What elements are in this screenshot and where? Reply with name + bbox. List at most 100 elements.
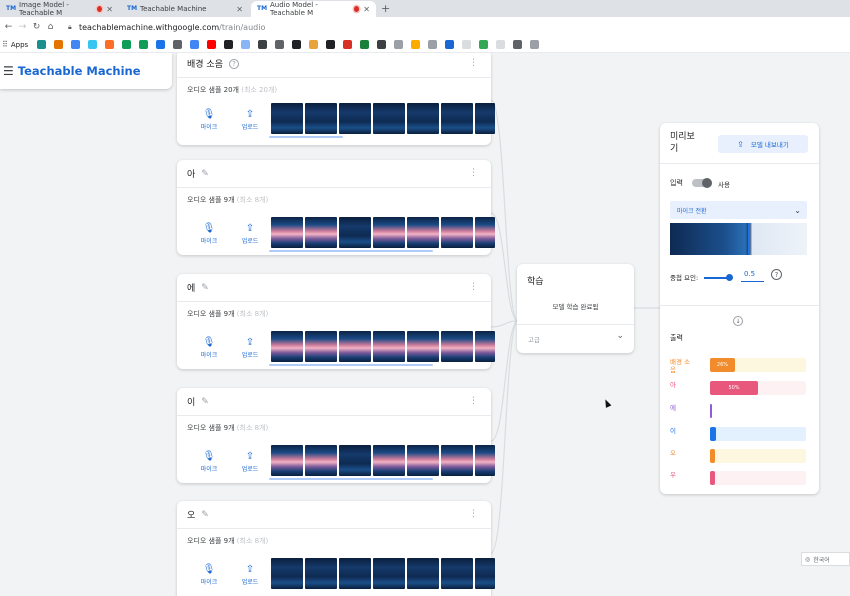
bookmark-icon[interactable] xyxy=(530,40,540,49)
mic-button[interactable]: 🎙︎ 마이크 xyxy=(189,445,229,479)
spectrogram-thumbnail[interactable] xyxy=(475,217,495,248)
bookmark-icon[interactable] xyxy=(275,40,285,49)
spectrogram-thumbnail[interactable] xyxy=(441,103,473,134)
spectrogram-thumbnail[interactable] xyxy=(271,217,303,248)
bookmark-icon[interactable] xyxy=(360,40,370,49)
spectrogram-thumbnail[interactable] xyxy=(305,217,337,248)
edit-pencil-icon[interactable]: ✎ xyxy=(201,510,209,520)
new-tab-icon[interactable]: + xyxy=(381,2,390,15)
youtube-icon[interactable] xyxy=(207,40,217,49)
lock-icon[interactable]: 🔒︎ xyxy=(68,23,75,32)
advanced-toggle-label[interactable]: 고급 xyxy=(528,334,540,344)
spectrogram-thumbnail[interactable] xyxy=(407,331,439,362)
spectrogram-thumbnail[interactable] xyxy=(339,331,371,362)
upload-button[interactable]: ⇪ 업로드 xyxy=(230,217,270,251)
bookmark-icon[interactable] xyxy=(71,40,81,49)
input-toggle[interactable] xyxy=(692,178,712,188)
bookmark-icon[interactable] xyxy=(37,40,47,49)
spectrogram-thumbnail[interactable] xyxy=(339,103,371,134)
overlap-factor-slider[interactable] xyxy=(704,274,733,281)
mic-button[interactable]: 🎙︎ 마이크 xyxy=(189,558,229,592)
spectrogram-thumbnail[interactable] xyxy=(373,445,405,476)
bookmark-icon[interactable] xyxy=(343,40,353,49)
bookmark-icon[interactable] xyxy=(479,40,489,49)
bookmark-icon[interactable] xyxy=(428,40,438,49)
wordpress-icon[interactable] xyxy=(445,40,455,49)
close-tab-icon[interactable]: ✕ xyxy=(363,5,370,14)
spectrogram-thumbnail[interactable] xyxy=(305,331,337,362)
chevron-down-icon[interactable]: ⌄ xyxy=(616,331,624,341)
browser-tab-teachable-machine[interactable]: TM Teachable Machine ✕ xyxy=(121,1,249,17)
training-status[interactable]: 모델 학습 완료됨 xyxy=(517,301,634,311)
apps-label[interactable]: Apps xyxy=(11,41,28,49)
wordpress-icon[interactable] xyxy=(173,40,183,49)
bookmark-icon[interactable] xyxy=(224,40,234,49)
bookmark-icon[interactable] xyxy=(139,40,149,49)
spectrogram-thumbnail[interactable] xyxy=(407,445,439,476)
gitlab-icon[interactable] xyxy=(105,40,115,49)
bookmark-icon[interactable] xyxy=(411,40,421,49)
spectrogram-thumbnail[interactable] xyxy=(373,558,405,589)
browser-tab-image-model[interactable]: TM Image Model - Teachable M ✕ xyxy=(0,1,119,17)
spectrogram-thumbnail[interactable] xyxy=(305,445,337,476)
more-options-icon[interactable]: ⋮ xyxy=(469,282,478,292)
bookmark-icon[interactable] xyxy=(156,40,166,49)
spectrogram-thumbnail[interactable] xyxy=(271,331,303,362)
forward-icon[interactable]: → xyxy=(17,22,28,32)
home-icon[interactable]: ⌂ xyxy=(45,22,56,32)
bookmark-icon[interactable] xyxy=(377,40,387,49)
class-name[interactable]: 이 xyxy=(187,395,195,408)
spectrogram-thumbnail[interactable] xyxy=(373,217,405,248)
spectrogram-thumbnail[interactable] xyxy=(271,445,303,476)
language-selector[interactable]: ◎ 한국어 xyxy=(801,552,850,566)
edit-pencil-icon[interactable]: ✎ xyxy=(201,169,209,179)
class-name[interactable]: 아 xyxy=(187,167,195,180)
app-title[interactable]: Teachable Machine xyxy=(18,64,141,78)
spectrogram-thumbnail[interactable] xyxy=(441,331,473,362)
upload-button[interactable]: ⇪ 업로드 xyxy=(230,331,270,365)
bookmark-icon[interactable] xyxy=(292,40,302,49)
spectrogram-thumbnail[interactable] xyxy=(407,558,439,589)
bookmark-icon[interactable] xyxy=(326,40,336,49)
spectrogram-thumbnail[interactable] xyxy=(407,103,439,134)
upload-button[interactable]: ⇪ 업로드 xyxy=(230,558,270,592)
help-icon[interactable]: ? xyxy=(771,269,782,280)
spectrogram-thumbnail[interactable] xyxy=(475,445,495,476)
edit-pencil-icon[interactable]: ✎ xyxy=(201,397,209,407)
bookmark-icon[interactable] xyxy=(462,40,472,49)
spectrogram-thumbnail[interactable] xyxy=(373,103,405,134)
bookmark-icon[interactable] xyxy=(241,40,251,49)
spectrogram-thumbnail[interactable] xyxy=(441,217,473,248)
spectrogram-thumbnail[interactable] xyxy=(441,445,473,476)
edit-pencil-icon[interactable]: ✎ xyxy=(201,283,209,293)
bookmark-icon[interactable] xyxy=(496,40,506,49)
bookmark-icon[interactable] xyxy=(122,40,132,49)
more-options-icon[interactable]: ⋮ xyxy=(469,396,478,406)
more-options-icon[interactable]: ⋮ xyxy=(469,168,478,178)
more-options-icon[interactable]: ⋮ xyxy=(469,58,478,68)
spectrogram-thumbnail[interactable] xyxy=(339,558,371,589)
spectrogram-thumbnail[interactable] xyxy=(373,331,405,362)
spectrogram-thumbnail[interactable] xyxy=(475,103,495,134)
apps-grid-icon[interactable]: ⠿ xyxy=(2,40,8,49)
mic-button[interactable]: 🎙︎ 마이크 xyxy=(189,103,229,137)
bookmark-icon[interactable] xyxy=(513,40,523,49)
class-name[interactable]: 오 xyxy=(187,508,195,521)
more-options-icon[interactable]: ⋮ xyxy=(469,509,478,519)
url-field[interactable]: teachablemachine.withgoogle.com/train/au… xyxy=(79,23,265,32)
mic-button[interactable]: 🎙︎ 마이크 xyxy=(189,217,229,251)
google-icon[interactable] xyxy=(190,40,200,49)
class-name[interactable]: 에 xyxy=(187,281,195,294)
spectrogram-thumbnail[interactable] xyxy=(305,558,337,589)
slider-knob[interactable] xyxy=(726,274,733,281)
class-name[interactable]: 배경 소음 xyxy=(187,57,223,70)
upload-button[interactable]: ⇪ 업로드 xyxy=(230,445,270,479)
close-tab-icon[interactable]: ✕ xyxy=(236,5,243,14)
mic-switch-select[interactable]: 마이크 전환 ⌄ xyxy=(670,201,807,219)
spectrogram-thumbnail[interactable] xyxy=(339,217,371,248)
help-icon[interactable]: ? xyxy=(228,58,239,69)
spectrogram-thumbnail[interactable] xyxy=(441,558,473,589)
overlap-factor-input[interactable]: 0.5 xyxy=(741,270,764,282)
back-icon[interactable]: ← xyxy=(3,22,14,32)
export-model-button[interactable]: ⇪ 모델 내보내기 xyxy=(718,135,808,153)
